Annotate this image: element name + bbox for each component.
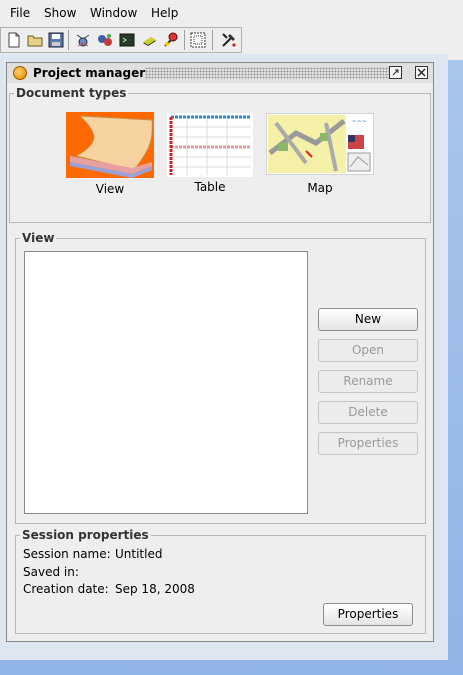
document-types-legend: Document types	[16, 86, 127, 100]
session-properties-legend: Session properties	[22, 528, 149, 542]
creation-date-label: Creation date:	[23, 582, 109, 596]
table-icon[interactable]	[140, 31, 158, 49]
add-layer-icon[interactable]	[74, 31, 92, 49]
session-properties-button[interactable]: Properties	[323, 603, 413, 626]
application-content: File Show Window Help Project manager Do…	[0, 0, 448, 660]
menu-window[interactable]: Window	[90, 6, 137, 20]
creation-date-value: Sep 18, 2008	[115, 582, 195, 596]
document-list[interactable]	[24, 251, 308, 514]
project-manager-icon	[13, 66, 27, 80]
document-properties-button[interactable]: Properties	[318, 432, 418, 455]
titlebar-grip	[145, 67, 389, 79]
toolbar	[0, 27, 242, 53]
doc-type-map[interactable]: ~~~	[265, 112, 375, 176]
map-document-icon: ~~~	[265, 112, 375, 176]
doc-type-view[interactable]	[66, 112, 154, 178]
session-name-label: Session name:	[23, 547, 111, 561]
add-view-icon[interactable]	[96, 31, 114, 49]
session-name-value: Untitled	[115, 547, 163, 561]
open-button[interactable]: Open	[318, 339, 418, 362]
menu-show[interactable]: Show	[44, 6, 76, 20]
delete-button[interactable]: Delete	[318, 401, 418, 424]
doc-type-table-label: Table	[194, 180, 226, 194]
svg-text:~~~: ~~~	[352, 118, 367, 125]
terminal-icon[interactable]	[118, 31, 136, 49]
window-titlebar[interactable]: Project manager	[7, 63, 433, 83]
menu-help[interactable]: Help	[151, 6, 178, 20]
menu-file[interactable]: File	[10, 6, 30, 20]
doc-type-table[interactable]	[167, 113, 253, 177]
window-title: Project manager	[33, 66, 146, 80]
view-document-icon	[66, 112, 154, 178]
doc-type-map-label: Map	[307, 181, 333, 195]
new-button[interactable]: New	[318, 308, 418, 331]
tools-icon[interactable]	[220, 31, 238, 49]
view-group-legend: View	[22, 231, 55, 245]
table-document-icon	[167, 113, 253, 177]
menubar: File Show Window Help	[0, 0, 448, 26]
saved-in-label: Saved in:	[23, 565, 79, 579]
application-window: File Show Window Help Project manager Do…	[0, 0, 463, 675]
close-icon[interactable]	[415, 66, 428, 79]
doc-type-view-label: View	[95, 182, 125, 196]
map-pin-icon[interactable]	[162, 31, 180, 49]
open-folder-icon[interactable]	[26, 31, 44, 49]
new-document-icon[interactable]	[5, 31, 23, 49]
maximize-icon[interactable]	[389, 66, 402, 79]
rename-button[interactable]: Rename	[318, 370, 418, 393]
save-disk-icon[interactable]	[47, 31, 65, 49]
selection-icon[interactable]	[189, 31, 207, 49]
